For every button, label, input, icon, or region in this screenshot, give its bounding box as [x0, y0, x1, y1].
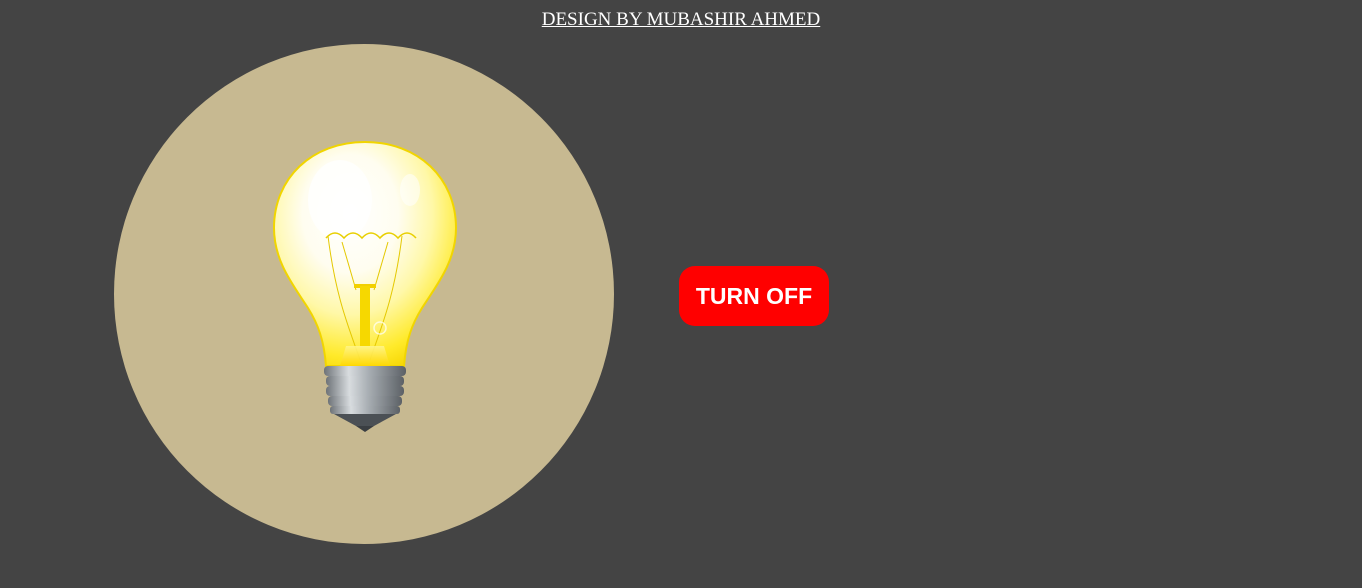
designer-credit: DESIGN BY MUBASHIR AHMED	[541, 9, 821, 30]
lightbulb-icon	[272, 140, 458, 432]
turn-off-button[interactable]: TURN OFF	[679, 266, 829, 326]
